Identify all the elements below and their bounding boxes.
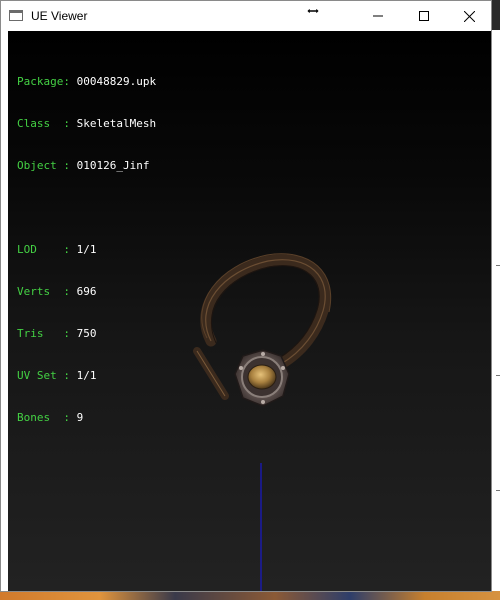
resize-cursor-icon <box>306 7 320 15</box>
medallion <box>234 349 290 407</box>
info-value: 696 <box>76 285 97 298</box>
info-sep: : <box>63 369 77 382</box>
info-key: Package <box>17 75 64 88</box>
info-value: 00048829.upk <box>76 75 157 88</box>
info-row-object: Object : 010126_Jinf <box>17 159 156 173</box>
ruler-tick <box>496 375 500 376</box>
minimize-icon <box>373 15 383 17</box>
info-value: 1/1 <box>76 369 97 382</box>
ruler-tick <box>496 490 500 491</box>
title-bar[interactable]: UE Viewer <box>1 1 491 31</box>
close-icon <box>463 10 475 22</box>
window-title: UE Viewer <box>31 9 88 23</box>
app-window-icon <box>9 10 23 21</box>
info-value: 1/1 <box>76 243 97 256</box>
info-sep: : <box>63 285 77 298</box>
info-key: Tris <box>17 327 64 340</box>
info-sep: : <box>63 75 77 88</box>
screen: utotctttotottottotottottototto UE Viewer <box>0 0 500 600</box>
maximize-icon <box>419 11 429 21</box>
rendered-mesh[interactable] <box>183 246 333 431</box>
axis-indicator <box>260 463 262 591</box>
mesh-info-overlay: Package: 00048829.upk Class : SkeletalMe… <box>17 47 156 453</box>
info-key: Verts <box>17 285 64 298</box>
info-value: SkeletalMesh <box>76 117 157 130</box>
info-sep: : <box>63 159 77 172</box>
ruler-tick <box>496 265 500 266</box>
background-window-right-strip <box>491 30 500 600</box>
info-sep: : <box>63 411 77 424</box>
background-taskbar-strip <box>0 591 500 600</box>
info-value: 010126_Jinf <box>76 159 150 172</box>
info-value: 9 <box>76 411 84 424</box>
ue-viewer-window: UE Viewer Package: 00048829.upk Class: … <box>0 0 492 592</box>
info-key: LOD <box>17 243 64 256</box>
info-key: UV Set <box>17 369 64 382</box>
info-sep: : <box>63 117 77 130</box>
info-row-uvset: UV Set : 1/1 <box>17 369 156 383</box>
info-row-bones: Bones : 9 <box>17 411 156 425</box>
info-value: 750 <box>76 327 97 340</box>
info-row-package: Package: 00048829.upk <box>17 75 156 89</box>
close-button[interactable] <box>446 1 492 31</box>
info-row-lod: LOD : 1/1 <box>17 243 156 257</box>
minimize-button[interactable] <box>355 1 401 31</box>
maximize-button[interactable] <box>401 1 447 31</box>
info-key: Class <box>17 117 64 130</box>
3d-viewport[interactable]: Package: 00048829.upk Class : SkeletalMe… <box>8 31 491 591</box>
info-key: Object <box>17 159 64 172</box>
info-key: Bones <box>17 411 64 424</box>
info-sep: : <box>63 243 77 256</box>
info-sep: : <box>63 327 77 340</box>
info-row-verts: Verts : 696 <box>17 285 156 299</box>
info-row-class: Class : SkeletalMesh <box>17 117 156 131</box>
info-row-tris: Tris : 750 <box>17 327 156 341</box>
